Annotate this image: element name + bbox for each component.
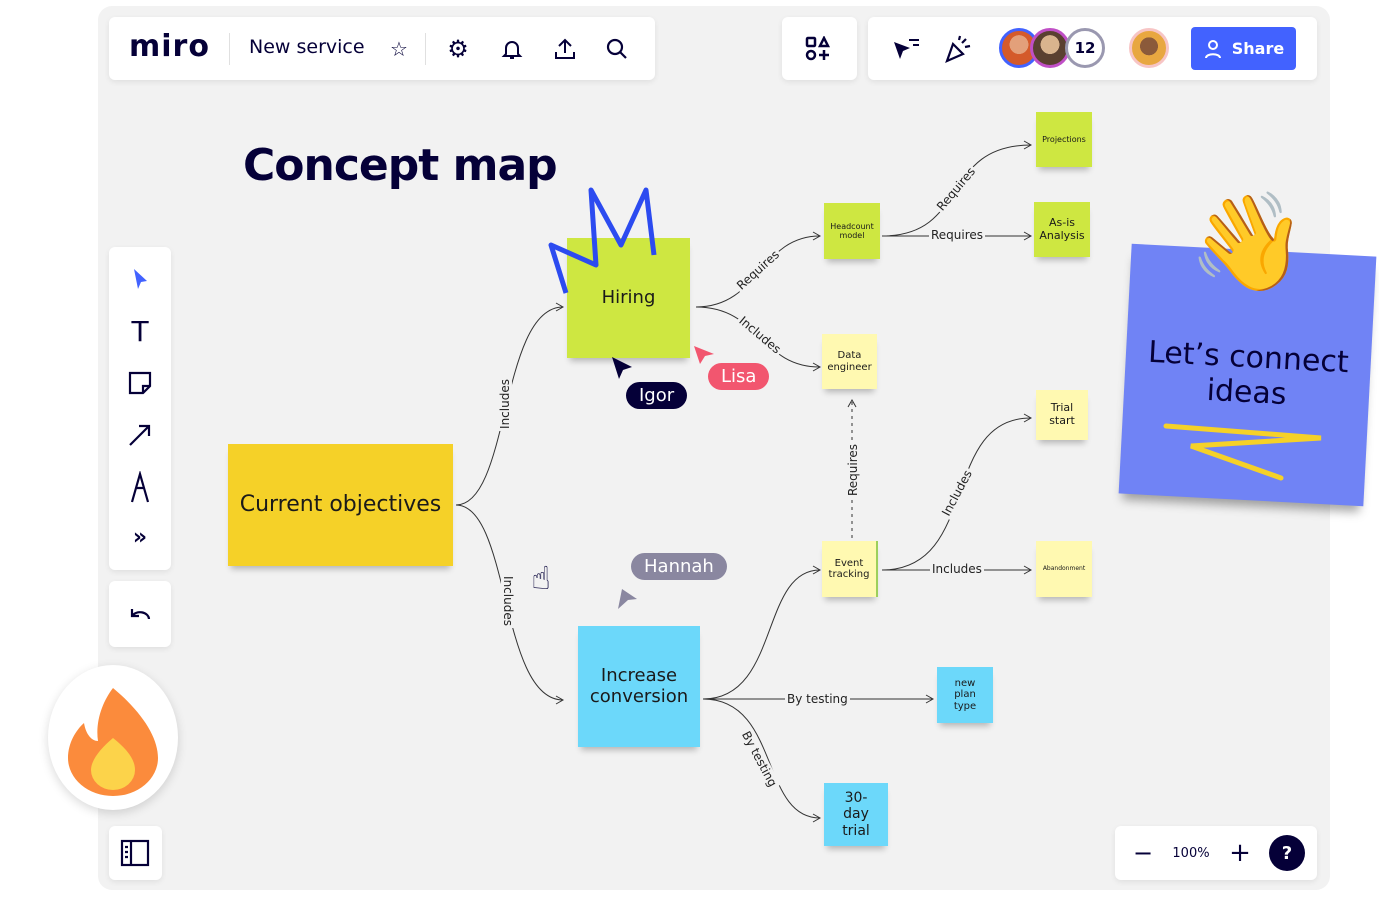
sticky-trial-start[interactable]: Trial start <box>1036 390 1088 440</box>
yellow-scribble <box>1163 423 1322 481</box>
edge-label: Requires <box>846 441 861 499</box>
sticker-text: Let’s connect ideas <box>1147 334 1350 413</box>
cursor-label-igor: Igor <box>626 382 688 409</box>
sticky-current-objectives[interactable]: Current objectives <box>228 444 453 566</box>
sticky-data-engineer[interactable]: Data engineer <box>822 334 877 389</box>
sticky-abandonment[interactable]: Abandonment <box>1036 541 1092 597</box>
sticky-projections[interactable]: Projections <box>1036 112 1092 167</box>
sticky-new-plan-type[interactable]: new plan type <box>937 667 993 723</box>
edge-label: Includes <box>500 574 515 628</box>
fire-sticker-icon <box>48 665 178 810</box>
igor-cursor-icon <box>612 357 632 379</box>
edge-label: Includes <box>930 562 984 576</box>
edge-ic-event <box>702 565 822 700</box>
waving-hand-icon: 👋 <box>1188 186 1308 298</box>
crown-doodle <box>548 187 657 294</box>
sticky-event-tracking[interactable]: Event tracking <box>822 541 878 597</box>
cursor-label-lisa: Lisa <box>708 363 770 390</box>
hand-cursor-icon: ☝ <box>531 559 551 597</box>
lisa-cursor-icon <box>694 346 714 364</box>
edge-label: Includes <box>497 377 512 431</box>
sticky-as-is-analysis[interactable]: As-is Analysis <box>1034 202 1090 257</box>
edge-label: Requires <box>929 228 986 242</box>
cursor-label-hannah: Hannah <box>631 553 727 580</box>
hannah-cursor-icon <box>618 589 637 609</box>
sticky-30-day-trial[interactable]: 30-day trial <box>824 783 888 846</box>
edge-label: By testing <box>785 692 850 706</box>
sticky-headcount-model[interactable]: Headcount model <box>824 203 880 259</box>
sticky-increase-conversion[interactable]: Increase conversion <box>578 626 700 747</box>
